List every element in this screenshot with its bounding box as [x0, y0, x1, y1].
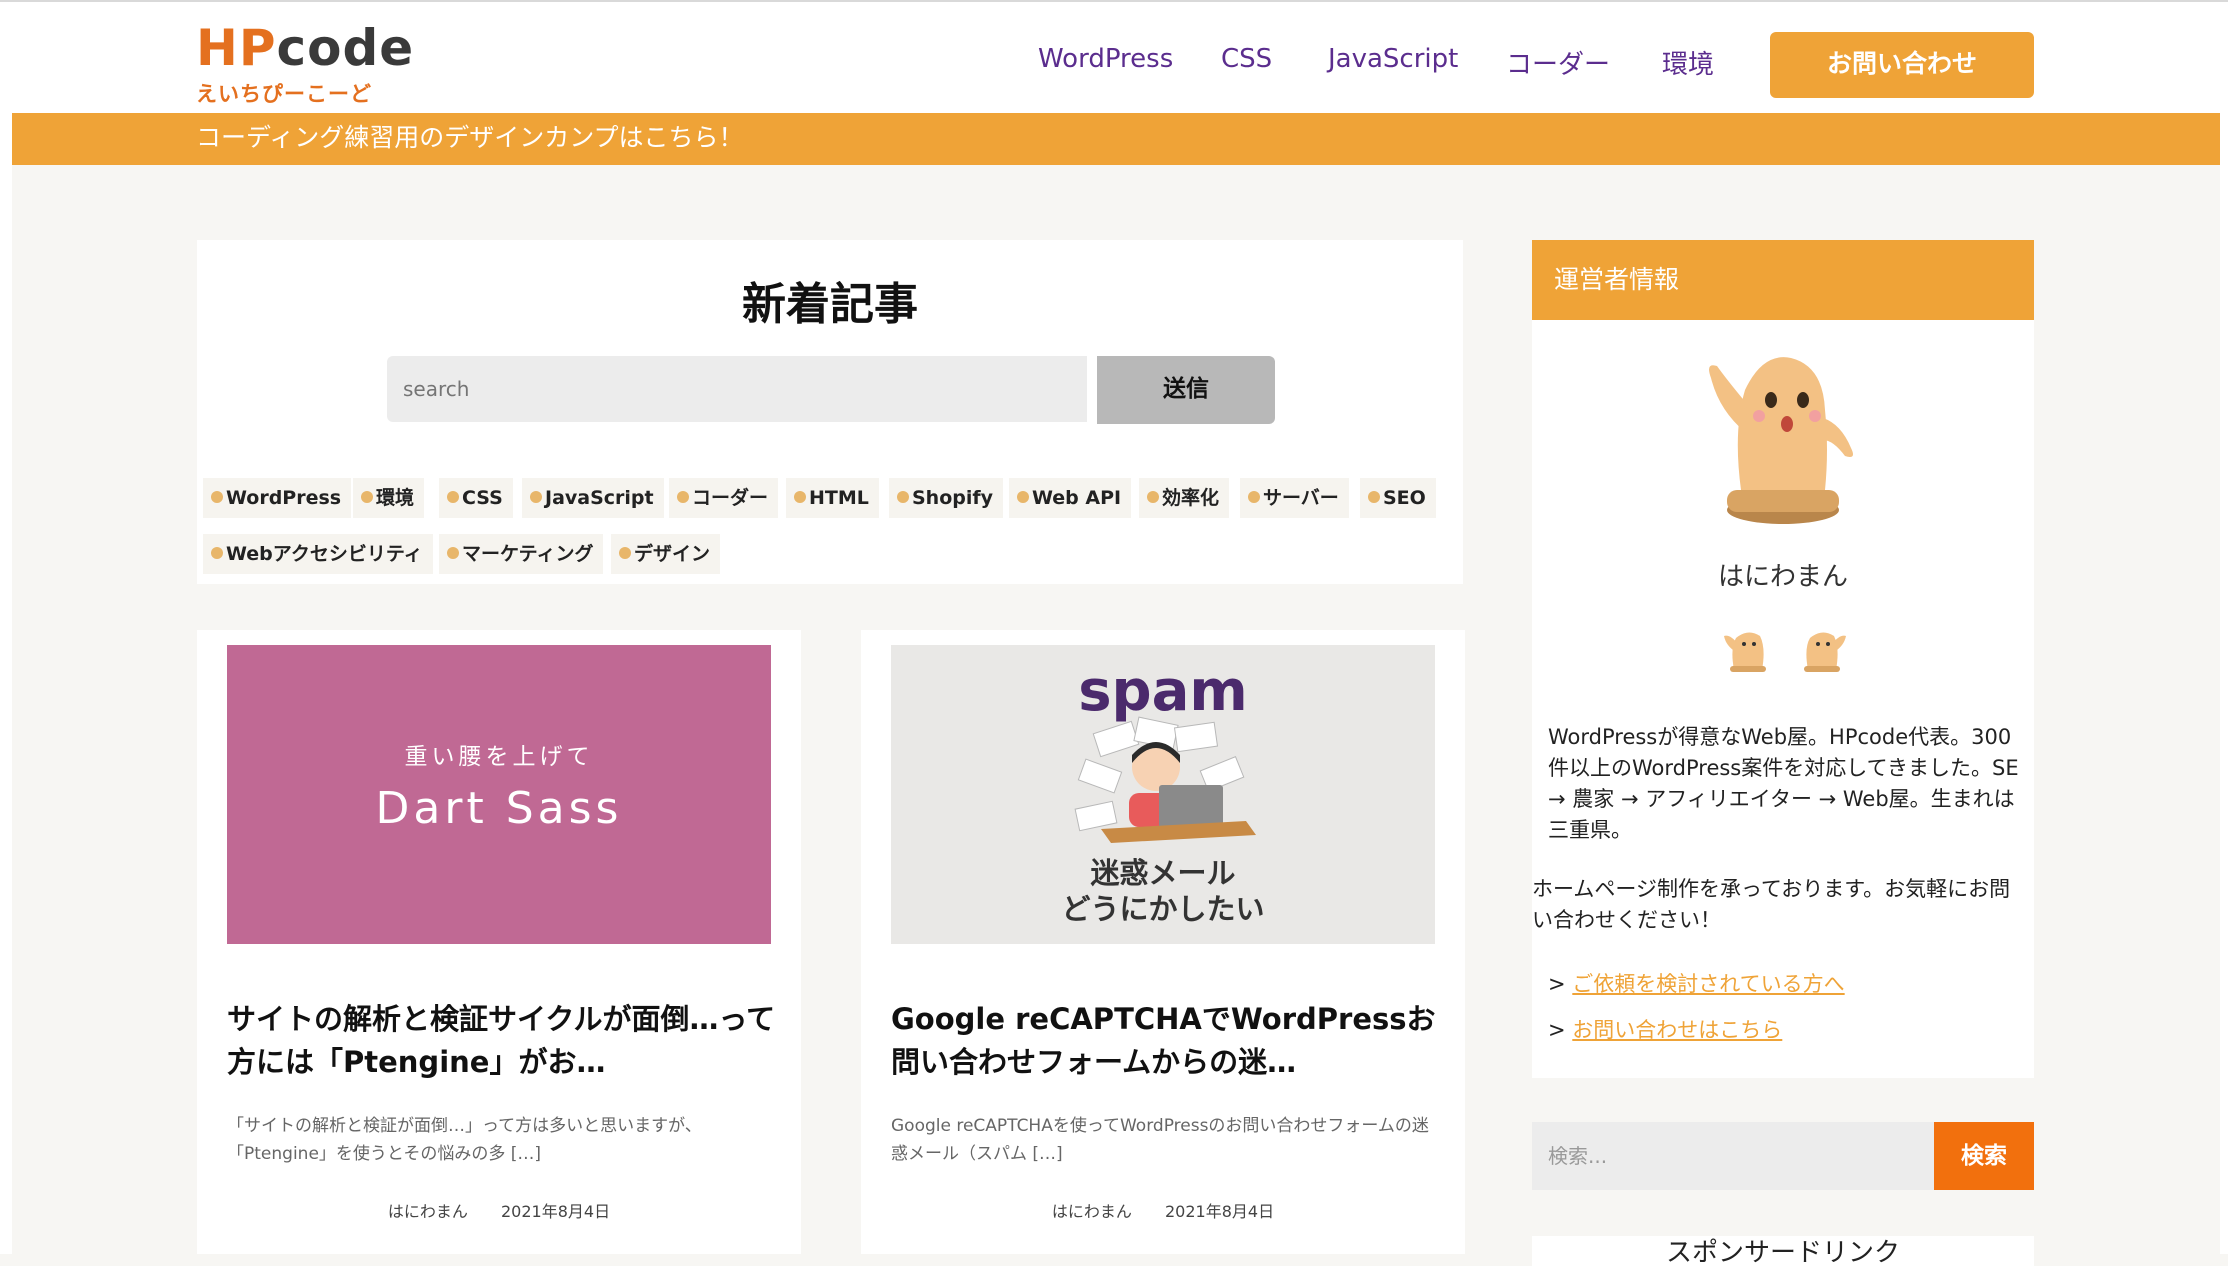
thumb-subtitle: 重い腰を上げて: [404, 744, 594, 770]
thumb-caption: 迷惑メール どうにかしたい: [891, 855, 1435, 927]
contact-link[interactable]: お問い合わせはこちら: [1572, 1018, 1782, 1042]
haniwa-icon: [1368, 490, 1380, 503]
haniwa-avatar: [1709, 357, 1853, 524]
owner-info-widget: はにわまん WordPressが得意なWeb屋。HPcode代表。300件以上の…: [1532, 320, 2034, 1078]
nav-css[interactable]: CSS: [1221, 44, 1272, 74]
owner-bio: WordPressが得意なWeb屋。HPcode代表。300件以上のWordPr…: [1548, 725, 2019, 842]
tag-environment[interactable]: 環境: [353, 478, 425, 518]
post-excerpt: Google reCAPTCHAを使ってWordPressのお問い合わせフォーム…: [891, 1116, 1429, 1164]
tag-label: Webアクセシビリティ: [226, 543, 423, 565]
sponsored-links-widget: スポンサードリンク: [1532, 1236, 2034, 1266]
sidebar-search-button[interactable]: 検索: [1934, 1122, 2034, 1190]
sponsored-links-title: スポンサードリンク: [1665, 1238, 1900, 1266]
post-thumbnail[interactable]: spam 迷惑メール どうにかしたい: [891, 645, 1435, 944]
tag-label: CSS: [462, 487, 503, 509]
tag-label: JavaScript: [545, 487, 654, 509]
post-meta: はにわまん 2021年8月4日: [197, 1198, 801, 1222]
nav-coder[interactable]: コーダー: [1506, 44, 1610, 81]
haniwa-icon: [361, 490, 373, 503]
tag-label: Web API: [1032, 487, 1122, 509]
left-margin: [0, 113, 12, 1254]
request-link[interactable]: ご依頼を検討されている方へ: [1572, 972, 1844, 996]
link-arrow: >: [1548, 972, 1566, 996]
laptop-icon: [1159, 785, 1223, 829]
haniwa-icon: [447, 490, 459, 503]
tag-server[interactable]: サーバー: [1240, 478, 1349, 518]
nav-javascript[interactable]: JavaScript: [1328, 44, 1458, 74]
tag-marketing[interactable]: マーケティング: [439, 534, 604, 574]
haniwa-icon: [447, 546, 459, 559]
post-title[interactable]: サイトの解析と検証サイクルが面倒…って方には「Ptengine」がお…: [227, 998, 777, 1084]
new-articles-title: 新着記事: [742, 279, 918, 330]
tag-label: 効率化: [1162, 487, 1220, 509]
post-author: はにわまん: [1051, 1202, 1132, 1221]
sidebar-search-input[interactable]: 検索...: [1532, 1122, 1934, 1190]
tag-html[interactable]: HTML: [786, 478, 879, 518]
haniwa-social-icon[interactable]: [1722, 628, 1774, 674]
haniwa-icon: [211, 490, 223, 503]
post-date: 2021年8月4日: [1165, 1202, 1275, 1221]
haniwa-icon: [1248, 490, 1260, 503]
owner-info-heading: 運営者情報: [1532, 240, 2034, 320]
nav-wordpress[interactable]: WordPress: [1038, 44, 1173, 74]
haniwa-icon: [677, 490, 689, 503]
new-articles-box: 新着記事 送信 WordPress 環境 CSS JavaScript コーダー…: [197, 240, 1463, 584]
haniwa-icon: [1017, 490, 1029, 503]
tag-label: サーバー: [1263, 487, 1339, 509]
haniwa-icon: [211, 546, 223, 559]
tag-web-api[interactable]: Web API: [1009, 478, 1132, 518]
thumb-title: Dart Sass: [375, 783, 623, 834]
thumb-caption-line: 迷惑メール: [1090, 856, 1236, 890]
thumb-caption-line: どうにかしたい: [1061, 892, 1265, 926]
haniwa-icon: [619, 546, 631, 559]
owner-bio-contact: ホームページ制作を承っております。お気軽にお問い合わせください！: [1532, 877, 2011, 932]
haniwa-icon: [897, 490, 909, 503]
post-author: はにわまん: [387, 1202, 468, 1221]
site-header: HPcode えいちぴーこーど WordPress CSS JavaScript…: [0, 2, 2228, 113]
tag-coder[interactable]: コーダー: [669, 478, 779, 518]
post-card[interactable]: 重い腰を上げて Dart Sass サイトの解析と検証サイクルが面倒…って方には…: [197, 630, 801, 1254]
tag-label: 環境: [376, 487, 415, 509]
haniwa-icon: [1147, 490, 1159, 503]
tag-wordpress[interactable]: WordPress: [203, 478, 352, 518]
tag-label: マーケティング: [462, 543, 594, 565]
banner-text: コーディング練習用のデザインカンプはこちら！: [196, 123, 744, 152]
tag-seo[interactable]: SEO: [1360, 478, 1436, 518]
request-link-row: > ご依頼を検討されている方へ: [1548, 968, 1845, 998]
nav-environment[interactable]: 環境: [1662, 44, 1714, 81]
post-excerpt: 「サイトの解析と検証が面倒…」って方は多いと思いますが、「Ptengine」を使…: [227, 1116, 702, 1164]
submit-button[interactable]: 送信: [1097, 356, 1275, 424]
owner-info-heading-text: 運営者情報: [1554, 265, 1680, 294]
haniwa-icon: [794, 490, 806, 503]
tag-web-accessibility[interactable]: Webアクセシビリティ: [203, 534, 433, 574]
tag-css[interactable]: CSS: [439, 478, 513, 518]
post-card[interactable]: spam 迷惑メール どうにかしたい Google reCAPTCHAでWord…: [861, 630, 1465, 1254]
tag-javascript[interactable]: JavaScript: [522, 478, 664, 518]
contact-link-row: > お問い合わせはこちら: [1548, 1014, 1782, 1044]
haniwa-icon: [530, 490, 542, 503]
tag-label: WordPress: [226, 487, 342, 509]
link-arrow: >: [1548, 1018, 1566, 1042]
contact-button[interactable]: お問い合わせ: [1770, 32, 2034, 98]
tag-label: デザイン: [634, 543, 711, 565]
tag-label: コーダー: [692, 487, 769, 509]
article-search-input[interactable]: [387, 356, 1087, 422]
design-comp-banner[interactable]: コーディング練習用のデザインカンプはこちら！: [12, 113, 2220, 165]
owner-name: はにわまん: [1717, 562, 1848, 592]
post-thumbnail[interactable]: 重い腰を上げて Dart Sass: [227, 645, 771, 944]
post-date: 2021年8月4日: [501, 1202, 611, 1221]
tag-label: SEO: [1383, 487, 1426, 509]
tag-shopify[interactable]: Shopify: [889, 478, 1004, 518]
tag-label: Shopify: [912, 487, 994, 509]
post-title[interactable]: Google reCAPTCHAでWordPressお問い合わせフォームからの迷…: [891, 998, 1441, 1084]
tag-efficiency[interactable]: 効率化: [1139, 478, 1230, 518]
post-meta: はにわまん 2021年8月4日: [861, 1198, 1465, 1222]
haniwa-social-icon[interactable]: [1796, 628, 1848, 674]
tag-design[interactable]: デザイン: [611, 534, 721, 574]
right-margin: [2220, 113, 2228, 1254]
tag-label: HTML: [809, 487, 869, 509]
